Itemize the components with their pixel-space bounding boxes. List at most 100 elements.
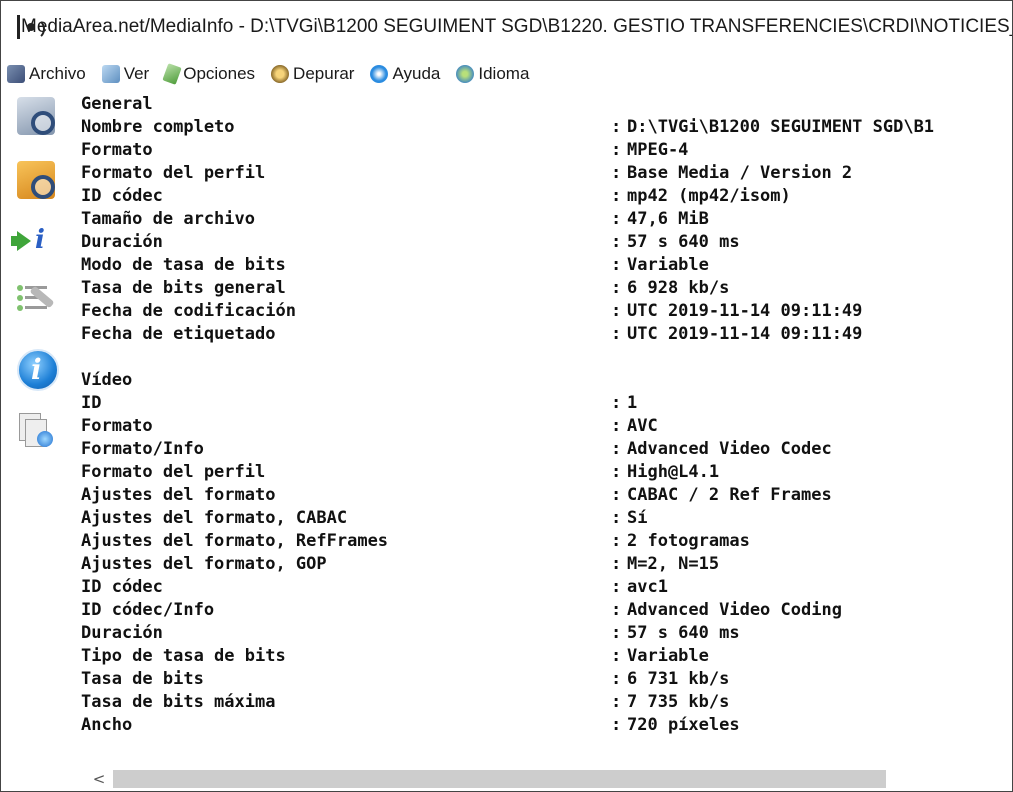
menu-opciones[interactable]: Opciones [162, 63, 255, 85]
info-separator: : [611, 508, 622, 528]
info-separator: : [611, 439, 622, 459]
info-key: Formato del perfil [81, 163, 266, 183]
menu-label: Depurar [293, 64, 355, 83]
info-value: High@L4.1 [627, 462, 720, 482]
info-row: Vídeo [81, 369, 1012, 392]
info-value: UTC 2019-11-14 09:11:49 [627, 301, 863, 321]
scroll-thumb[interactable] [113, 770, 886, 788]
info-key: Vídeo [81, 370, 133, 390]
info-row: Tasa de bits máxima:7 735 kb/s [81, 691, 1012, 714]
info-key: General [81, 94, 153, 114]
about-icon[interactable]: i [17, 349, 59, 391]
info-separator: : [611, 554, 622, 574]
info-separator: : [611, 209, 622, 229]
archive-icon [7, 65, 25, 83]
info-value: MPEG-4 [627, 140, 689, 160]
info-value: 1 [627, 393, 638, 413]
open-folder-icon[interactable] [17, 161, 55, 199]
info-row: ID:1 [81, 392, 1012, 415]
info-row: Ancho:720 píxeles [81, 714, 1012, 737]
info-separator: : [611, 393, 622, 413]
info-separator: : [611, 324, 622, 344]
menu-archivo[interactable]: Archivo [7, 64, 86, 84]
info-separator: : [611, 669, 622, 689]
info-separator: : [611, 577, 622, 597]
info-key: Ancho [81, 715, 133, 735]
language-icon [456, 65, 475, 83]
info-separator: : [611, 255, 622, 275]
menu-ver[interactable]: Ver [101, 64, 150, 84]
info-key: ID códec/Info [81, 600, 215, 620]
info-value: UTC 2019-11-14 09:11:49 [627, 324, 863, 344]
info-key: Formato [81, 416, 153, 436]
window-title: MediaArea.net/MediaInfo - D:\TVGi\B1200 … [21, 16, 1012, 37]
info-key: Formato/Info [81, 439, 204, 459]
info-separator: : [611, 623, 622, 643]
info-row: Tipo de tasa de bits: Variable [81, 645, 1012, 668]
info-row: Tasa de bits:6 731 kb/s [81, 668, 1012, 691]
info-row: Ajustes del formato, RefFrames:2 fotogra… [81, 530, 1012, 553]
info-value: D:\TVGi\B1200 SEGUIMENT SGD\B1 [627, 117, 935, 137]
horizontal-scrollbar[interactable]: < [81, 767, 1012, 791]
info-value: CABAC / 2 Ref Frames [627, 485, 832, 505]
info-value: Advanced Video Coding [627, 600, 842, 620]
info-row: Ajustes del formato, CABAC: Sí [81, 507, 1012, 530]
info-value: 2 fotogramas [627, 531, 750, 551]
info-row: Formato/Info: Advanced Video Codec [81, 438, 1012, 461]
open-file-icon[interactable] [17, 97, 55, 135]
menu-label: Ver [123, 64, 150, 83]
info-key: Formato [81, 140, 153, 160]
info-row: Tasa de bits general:6 928 kb/s [81, 277, 1012, 300]
info-separator: : [611, 186, 622, 206]
info-row: Fecha de etiquetado: UTC 2019-11-14 09:11… [81, 323, 1012, 346]
info-row: ID códec: avc1 [81, 576, 1012, 599]
info-key: Tasa de bits máxima [81, 692, 276, 712]
sheet-view-icon[interactable] [17, 411, 55, 449]
info-row: Formato del perfil: High@L4.1 [81, 461, 1012, 484]
info-value: Sí [627, 508, 648, 528]
info-value: mp42 (mp42/isom) [627, 186, 791, 206]
info-value: Base Media / Version 2 [627, 163, 853, 183]
info-separator: : [611, 715, 622, 735]
info-row: General [81, 93, 1012, 116]
info-key: Modo de tasa de bits [81, 255, 286, 275]
info-key: ID códec [81, 186, 163, 206]
info-text-view[interactable]: General Nombre completo: D:\TVGi\B1200 SEG… [81, 93, 1012, 767]
info-value: 57 s 640 ms [627, 232, 740, 252]
info-value: 6 928 kb/s [627, 278, 730, 298]
info-row: ID códec: mp42 (mp42/isom) [81, 185, 1012, 208]
info-row: Duración:57 s 640 ms [81, 231, 1012, 254]
info-value: avc1 [627, 577, 668, 597]
menu-ayuda[interactable]: Ayuda [370, 64, 440, 84]
info-value: AVC [627, 416, 658, 436]
info-separator: : [611, 646, 622, 666]
info-row: Tamaño de archivo:47,6 MiB [81, 208, 1012, 231]
info-row: ID códec/Info: Advanced Video Coding [81, 599, 1012, 622]
info-key: Duración [81, 623, 163, 643]
info-row: Nombre completo: D:\TVGi\B1200 SEGUIMENT … [81, 116, 1012, 139]
info-separator: : [611, 301, 622, 321]
info-separator: : [611, 692, 622, 712]
info-key: Tipo de tasa de bits [81, 646, 286, 666]
info-key: Tasa de bits general [81, 278, 286, 298]
info-separator: : [611, 462, 622, 482]
info-export-icon[interactable]: i [11, 221, 55, 259]
menu-idioma[interactable]: Idioma [456, 64, 529, 84]
info-value: M=2, N=15 [627, 554, 720, 574]
menu-label: Idioma [478, 64, 530, 83]
menu-depurar[interactable]: Depurar [271, 64, 354, 84]
info-key: ID códec [81, 577, 163, 597]
tools-icon[interactable] [17, 283, 55, 321]
info-key: Duración [81, 232, 163, 252]
scroll-left-button[interactable]: < [87, 767, 111, 791]
debug-icon [271, 65, 290, 83]
info-separator: : [611, 117, 622, 137]
options-icon [162, 63, 182, 85]
info-separator: : [611, 140, 622, 160]
info-key: Ajustes del formato, RefFrames [81, 531, 389, 551]
info-separator: : [611, 163, 622, 183]
info-row: Fecha de codificación: UTC 2019-11-14 09:… [81, 300, 1012, 323]
title-bar[interactable]: MediaArea.net/MediaInfo - D:\TVGi\B1200 … [1, 1, 1012, 53]
info-value: 47,6 MiB [627, 209, 709, 229]
info-key: Ajustes del formato [81, 485, 276, 505]
